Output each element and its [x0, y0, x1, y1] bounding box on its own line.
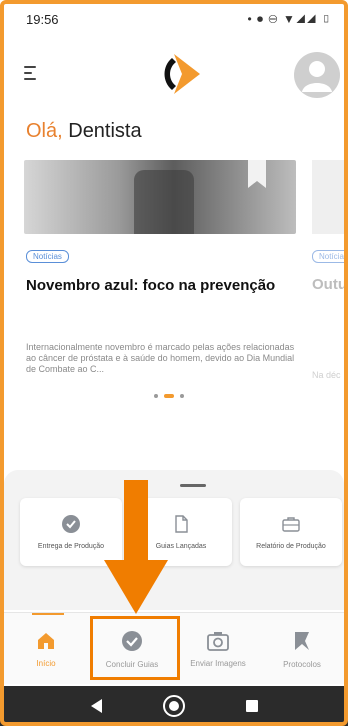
status-bar: 19:56 • ⏺ ⊖ ▼◢◢ ▯: [0, 0, 348, 38]
menu-icon[interactable]: [24, 66, 42, 80]
bookmark-icon[interactable]: [248, 160, 266, 188]
check-circle-icon: [62, 514, 80, 533]
news-title[interactable]: Novembro azul: foco na prevenção: [26, 276, 276, 295]
carousel-indicator: [154, 394, 184, 398]
next-news-image[interactable]: [312, 160, 348, 234]
next-news-title[interactable]: Outu: [312, 276, 347, 293]
greeting-hello: Olá,: [26, 120, 63, 142]
status-icons: • ⏺ ⊖ ▼◢◢ ▯: [247, 11, 332, 26]
camera-icon: [207, 631, 229, 651]
news-carousel[interactable]: Notícias Notícia Novembro azul: foco na …: [24, 160, 348, 420]
briefcase-icon: [282, 516, 300, 532]
carousel-dot-active[interactable]: [164, 394, 174, 398]
app-screen: 19:56 • ⏺ ⊖ ▼◢◢ ▯ Olá, Dentista Notícias…: [0, 0, 348, 726]
nav-label-protocolos: Protocolos: [283, 659, 321, 669]
nav-item-inicio[interactable]: Início: [4, 613, 88, 685]
home-icon: [38, 632, 54, 649]
news-tag: Notícias: [26, 250, 69, 263]
annotation-highlight-box: [90, 616, 180, 680]
news-image[interactable]: [24, 160, 296, 234]
document-icon: [175, 514, 188, 533]
greeting: Olá, Dentista: [26, 120, 142, 143]
news-excerpt: Internacionalmente novembro é marcado pe…: [26, 342, 295, 374]
home-button-icon[interactable]: [162, 695, 185, 717]
carousel-dot[interactable]: [180, 394, 184, 398]
greeting-name: Dentista: [62, 120, 142, 142]
protocol-icon: [295, 631, 309, 650]
carousel-dot[interactable]: [154, 394, 158, 398]
nav-item-protocolos[interactable]: Protocolos: [260, 613, 344, 685]
annotation-arrow-icon: [104, 480, 168, 614]
next-news-excerpt: Na déc: [312, 370, 341, 380]
next-news-tag: Notícia: [312, 250, 348, 263]
nav-label-enviar-imagens: Enviar Imagens: [190, 658, 246, 668]
nav-label-inicio: Início: [36, 658, 56, 668]
recent-apps-icon[interactable]: [245, 700, 258, 712]
status-time: 19:56: [26, 11, 59, 27]
action-card-label: Relatório de Produção: [256, 542, 326, 550]
quick-actions-sheet: Entrega de Produção Guias Lançadas Relat…: [4, 470, 344, 610]
android-navigation-bar: [0, 686, 348, 726]
app-bar: [0, 44, 348, 104]
nav-item-enviar-imagens[interactable]: Enviar Imagens: [176, 613, 260, 685]
sheet-drag-handle[interactable]: [180, 484, 206, 487]
action-card-relatorio[interactable]: Relatório de Produção: [240, 498, 342, 566]
user-avatar-icon[interactable]: [294, 52, 340, 98]
action-card-label: Entrega de Produção: [37, 542, 105, 550]
back-icon[interactable]: [90, 699, 102, 713]
logo-icon: [164, 54, 200, 94]
